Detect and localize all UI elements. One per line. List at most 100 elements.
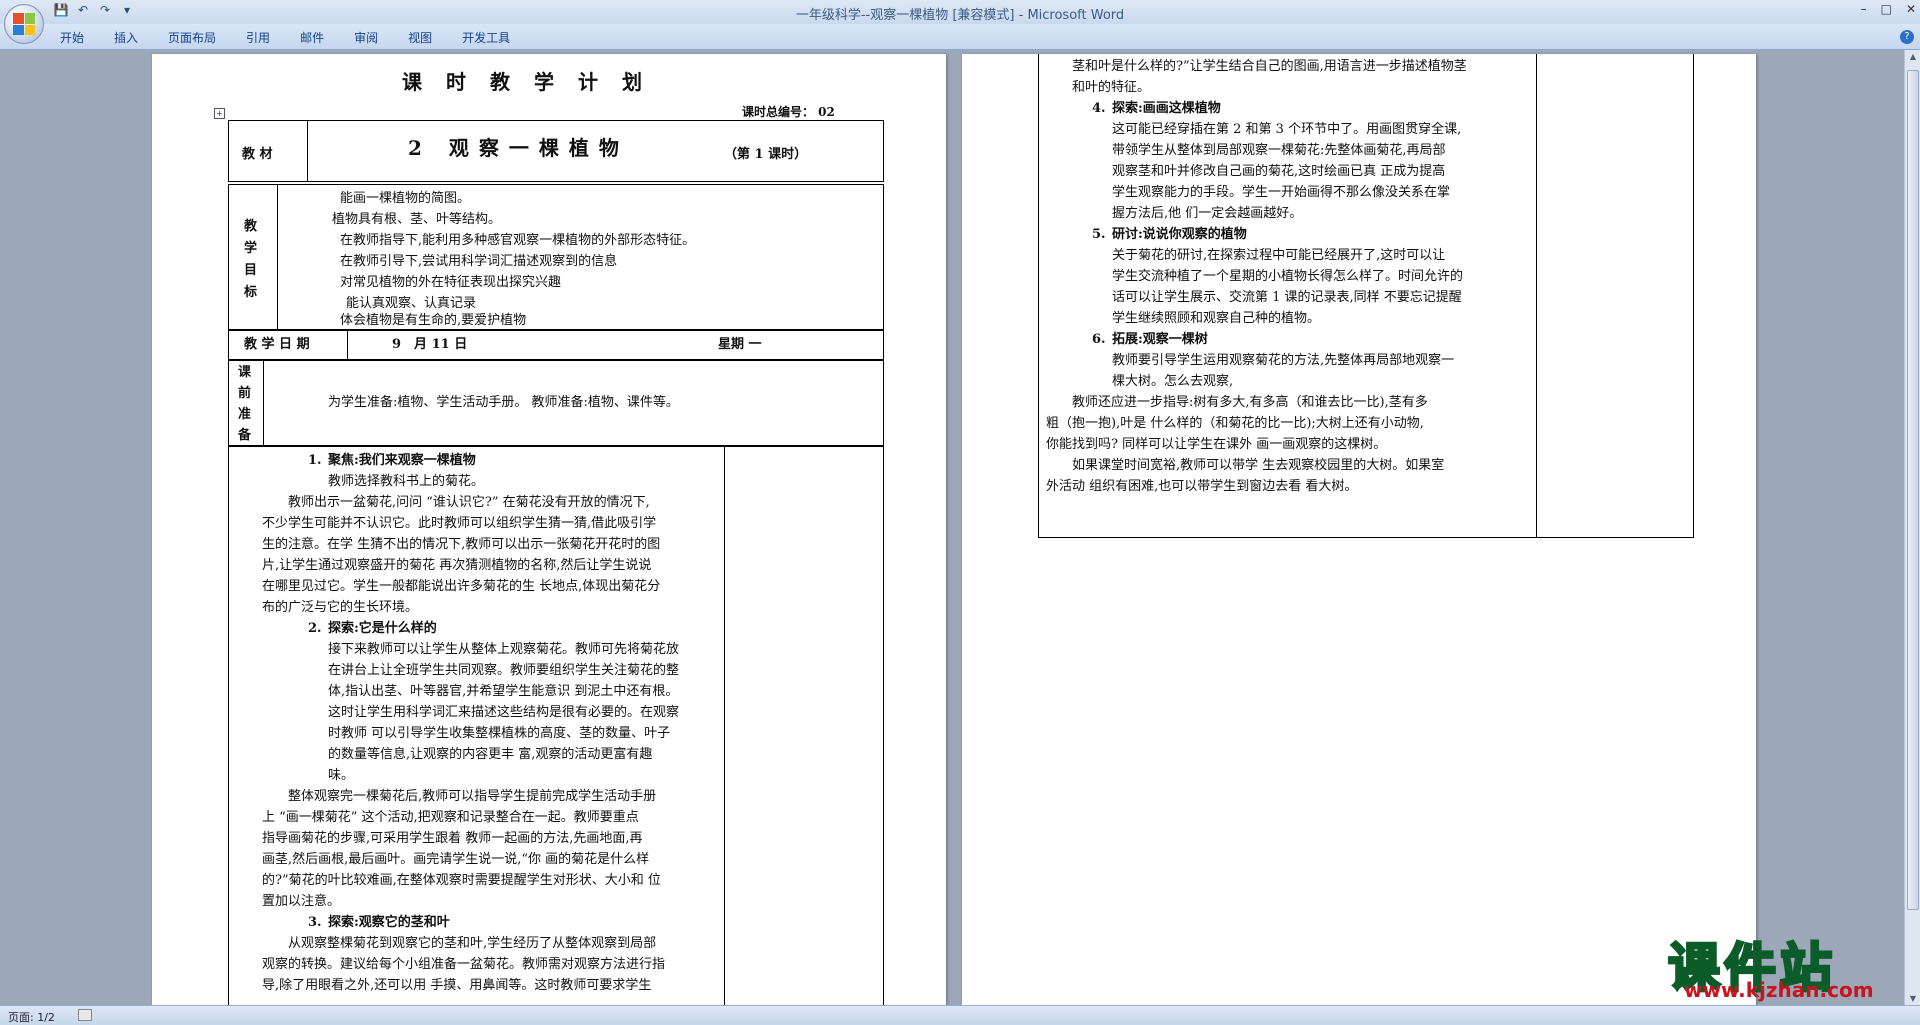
step-number: 3. [308,915,322,930]
tab-mailings[interactable]: 邮件 [300,29,340,46]
office-logo-icon [13,13,35,35]
watermark-logo: 课件站 www.kjzhan.com [1666,926,1908,1003]
paragraph-line: 如果课堂时间宽裕,教师可以带学 生去观察校园里的大树。如果室 [1072,458,1445,473]
date-value: 9 月 11 日 [392,337,468,352]
office-button[interactable] [4,4,44,44]
status-bar: 页面: 1/2 [0,1005,1920,1025]
step-heading: 拓展:观察一棵树 [1112,332,1208,347]
close-button[interactable]: ✕ [1906,2,1916,16]
step-number: 2. [308,621,322,636]
paragraph-line: 置加以注意。 [262,894,341,909]
paragraph-line: 握方法后,他 们一定会越画越好。 [1112,206,1303,221]
step-number: 6. [1092,332,1106,347]
paragraph-line: 时教师 可以引导学生收集整棵植株的高度、茎的数量、叶子 [328,726,671,741]
goal-line: 植物具有根、茎、叶等结构。 [332,212,502,227]
date-label: 教 学 日 期 [244,337,310,352]
paragraph-line: 带领学生从整体到局部观察一棵菊花:先整体画菊花,再局部 [1112,143,1446,158]
ribbon: 开始 插入 页面布局 引用 邮件 审阅 视图 开发工具 ? [0,24,1920,50]
window-title: 一年级科学--观察一棵植物 [兼容模式] - Microsoft Word [795,8,1125,23]
paragraph-line: 教师选择教科书上的菊花。 [328,474,485,489]
tab-review[interactable]: 审阅 [354,29,394,46]
lesson-period: （第 1 课时） [724,147,808,162]
paragraph-line: 体,指认出茎、叶等器官,并希望学生能意识 到泥土中还有根。 [328,684,679,699]
step-heading: 探索:观察它的茎和叶 [328,915,450,930]
goal-line: 在教师指导下,能利用多种感官观察一棵植物的外部形态特征。 [340,233,696,248]
step-heading: 聚焦:我们来观察一棵植物 [328,453,476,468]
spellcheck-icon[interactable] [78,1009,92,1021]
paragraph-line: 教师出示一盆菊花,问问 “谁认识它?” 在菊花没有开放的情况下, [288,495,650,510]
paragraph-line: 不少学生可能并不认识它。此时教师可以组织学生猜一猜,借此吸引学 [262,516,657,531]
step-heading: 探索:画画这棵植物 [1112,101,1221,116]
maximize-button[interactable]: □ [1881,2,1892,16]
step-number: 4. [1092,101,1106,116]
goal-line: 在教师引导下,尝试用科学词汇描述观察到的信息 [340,254,618,269]
step-heading: 探索:它是什么样的 [328,621,437,636]
paragraph-line: 学生交流种植了一个星期的小植物长得怎么样了。时间允许的 [1112,269,1464,284]
plan-number: 课时总编号： 02 [742,105,835,119]
step-heading: 研讨:说说你观察的植物 [1112,227,1247,242]
paragraph-line: 导,除了用眼看之外,还可以用 手摸、用鼻闻等。这时教师可要求学生 [262,978,652,993]
paragraph-line: 观察茎和叶并修改自己画的菊花,这时绘画已真 正成为提高 [1112,164,1446,179]
paragraph-line: 上 “画一棵菊花” 这个活动,把观察和记录整合在一起。教师要重点 [262,810,639,825]
scroll-down-icon[interactable]: ▼ [1907,994,1919,1003]
ribbon-tabs: 开始 插入 页面布局 引用 邮件 审阅 视图 开发工具 [60,29,540,46]
step-number: 5. [1092,227,1106,242]
scroll-thumb[interactable] [1907,70,1919,910]
scroll-up-icon[interactable]: ▲ [1907,52,1919,61]
tab-references[interactable]: 引用 [246,29,286,46]
plan-title: 课时教学计划 [402,70,666,94]
paragraph-line: 教师要引导学生运用观察菊花的方法,先整体再局部地观察一 [1112,353,1455,368]
table-move-handle-icon[interactable]: + [214,108,225,119]
tab-home[interactable]: 开始 [60,29,100,46]
paragraph-line: 味。 [328,768,355,783]
paragraph-line: 从观察整棵菊花到观察它的茎和叶,学生经历了从整体观察到局部 [288,936,657,951]
goals-label: 教学目标 [244,219,258,300]
watermark-url: www.kjzhan.com [1684,978,1874,1002]
page-1: 课时教学计划 课时总编号： 02 + 教 材 2 观察一棵植物 （第 1 课时）… [152,54,946,1006]
step-number: 1. [308,453,322,468]
paragraph-line: 片,让学生通过观察盛开的菊花 再次猜测植物的名称,然后让学生说说 [262,558,652,573]
goal-line: 体会植物是有生命的,要爱护植物 [340,313,527,328]
paragraph-line: 的数量等信息,让观察的内容更丰 富,观察的活动更富有趣 [328,747,653,762]
body-divider [724,446,725,1006]
page-indicator[interactable]: 页面: 1/2 [8,1009,55,1025]
vertical-scrollbar[interactable]: ▲ ▼ [1904,50,1920,1005]
paragraph-line: 教师还应进一步指导:树有多大,有多高（和谁去比一比),茎有多 [1072,395,1428,410]
tab-developer[interactable]: 开发工具 [462,29,526,46]
paragraph-line: 学生继续照顾和观察自己种的植物。 [1112,311,1321,326]
help-icon[interactable]: ? [1900,30,1914,44]
paragraph-line: 茎和叶是什么样的?”让学生结合自己的图画,用语言进一步描述植物茎 [1072,59,1467,74]
title-bar: 💾 ↶ ↷ ▾ 一年级科学--观察一棵植物 [兼容模式] - Microsoft… [0,0,1920,24]
paragraph-line: 和叶的特征。 [1072,80,1151,95]
paragraph-line: 观察的转换。建议给每个小组准备一盆菊花。教师需对观察方法进行指 [262,957,666,972]
page-2: 茎和叶是什么样的?”让学生结合自己的图画,用语言进一步描述植物茎 和叶的特征。 4.… [962,54,1756,1005]
paragraph-line: 粗（抱一抱),叶是 什么样的（和菊花的比一比);大树上还有小动物, [1046,416,1424,431]
paragraph-line: 话可以让学生展示、交流第 1 课的记录表,同样 不要忘记提醒 [1112,290,1462,305]
minimize-button[interactable]: – [1861,2,1867,16]
prep-label: 课前准备 [238,365,252,443]
paragraph-line: 画茎,然后画根,最后画叶。画完请学生说一说,“你 画的菊花是什么样 [262,852,650,867]
paragraph-line: 外活动 组织有困难,也可以带学生到窗边去看 看大树。 [1046,479,1358,494]
goal-line: 能画一棵植物的简图。 [340,191,471,206]
paragraph-line: 接下来教师可以让学生从整体上观察菊花。教师可先将菊花放 [328,642,680,657]
paragraph-line: 这时让学生用科学词汇来描述这些结构是很有必要的。在观察 [328,705,680,720]
prep-text: 为学生准备:植物、学生活动手册。 教师准备:植物、课件等。 [328,395,679,410]
paragraph-line: 关于菊花的研讨,在探索过程中可能已经展开了,这时可以让 [1112,248,1446,263]
paragraph-line: 指导画菊花的步骤,可采用学生跟着 教师一起画的方法,先画地面,再 [262,831,643,846]
paragraph-line: 棵大树。怎么去观察, [1112,374,1234,389]
tab-insert[interactable]: 插入 [114,29,154,46]
window-controls: – □ ✕ [1861,2,1916,16]
paragraph-line: 布的广泛与它的生长环境。 [262,600,419,615]
paragraph-line: 的?”菊花的叶比较难画,在整体观察时需要提醒学生对形状、大小和 位 [262,873,661,888]
paragraph-line: 整体观察完一棵菊花后,教师可以指导学生提前完成学生活动手册 [288,789,657,804]
body-divider [1536,54,1537,538]
paragraph-line: 这可能已经穿插在第 2 和第 3 个环节中了。用画图贯穿全课, [1112,122,1462,137]
goal-line: 对常见植物的外在特征表现出探究兴趣 [340,275,562,290]
weekday-value: 星期 一 [718,337,762,352]
paragraph-line: 在讲台上让全班学生共同观察。教师要组织学生关注菊花的整 [328,663,680,678]
material-label: 教 材 [242,147,273,162]
lesson-title: 2 观察一棵植物 [408,136,629,160]
tab-view[interactable]: 视图 [408,29,448,46]
paragraph-line: 生的注意。在学 生猜不出的情况下,教师可以出示一张菊花开花时的图 [262,537,661,552]
tab-page-layout[interactable]: 页面布局 [168,29,232,46]
